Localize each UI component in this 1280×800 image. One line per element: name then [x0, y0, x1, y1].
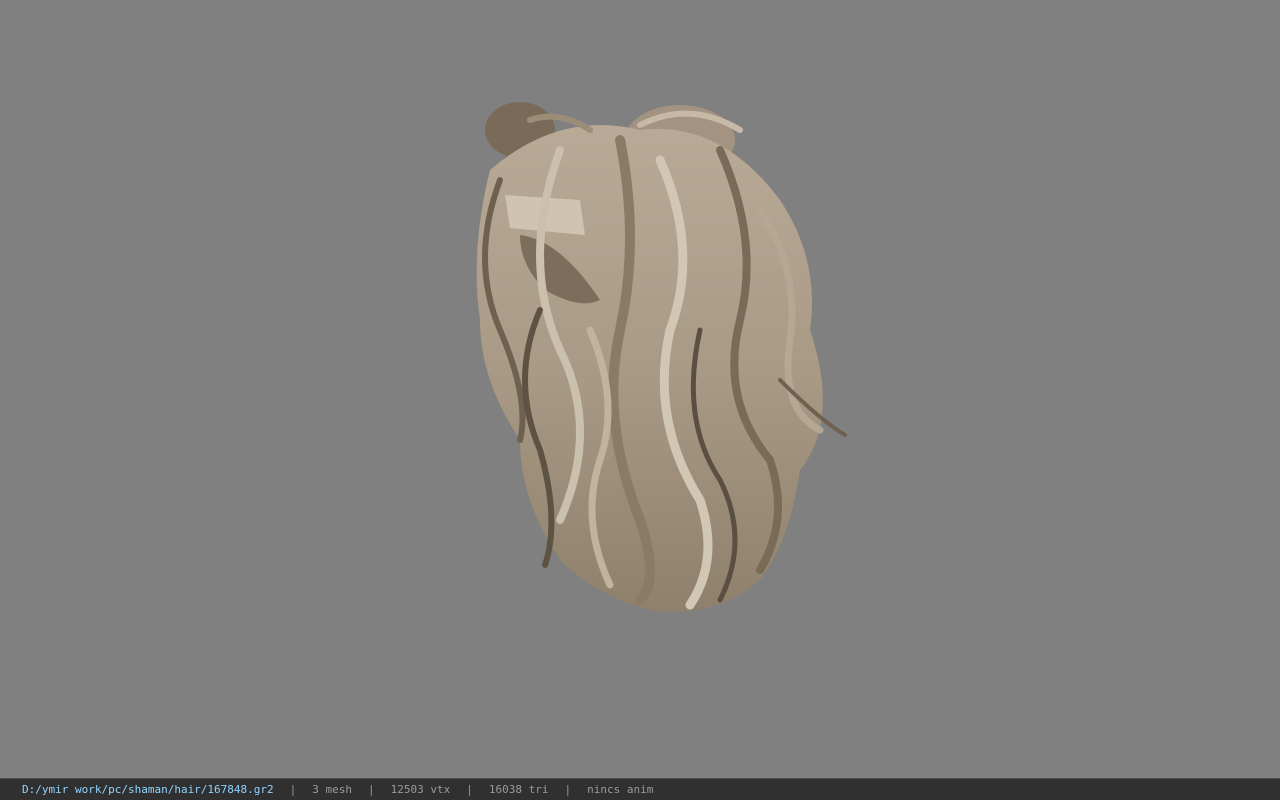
- hair-model-render: [476, 102, 847, 613]
- separator: |: [368, 783, 375, 796]
- anim-status: nincs anim: [587, 783, 654, 796]
- 3d-viewport[interactable]: [0, 0, 1280, 778]
- file-path: D:/ymir work/pc/shaman/hair/167848.gr2: [22, 783, 274, 796]
- triangle-count: 16038 tri: [488, 783, 549, 796]
- status-bar: D:/ymir work/pc/shaman/hair/167848.gr2 |…: [0, 778, 1280, 800]
- vertex-count: 12503 vtx: [390, 783, 451, 796]
- separator: |: [564, 783, 572, 796]
- separator: |: [466, 783, 473, 796]
- separator: |: [289, 783, 297, 796]
- mesh-count: 3 mesh: [312, 783, 353, 796]
